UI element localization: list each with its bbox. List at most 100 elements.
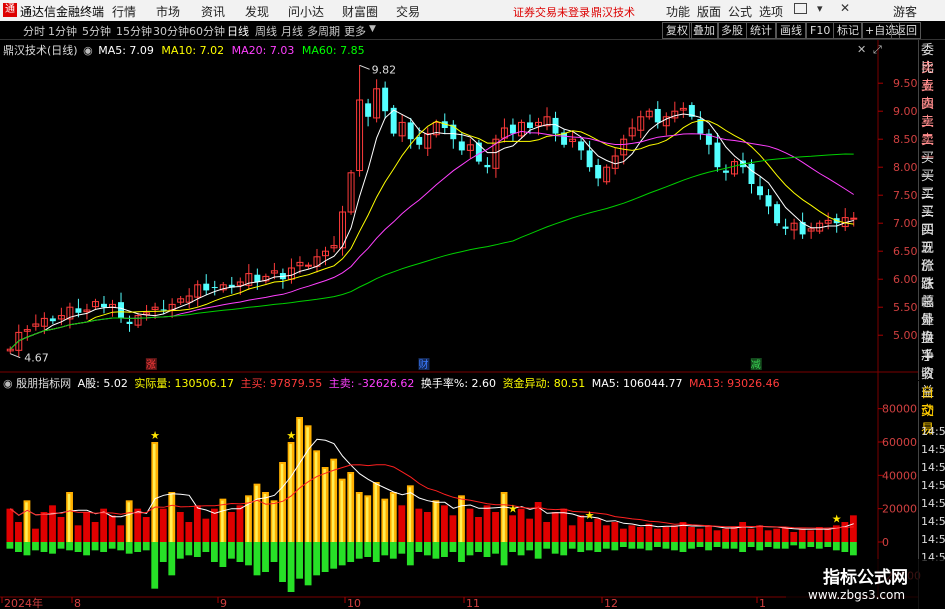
price-tick-label: 5.00: [893, 329, 918, 342]
side-net-asset[interactable]: 净资: [921, 348, 945, 382]
side-change[interactable]: 涨跌: [921, 258, 945, 292]
sell-volume-bar: [219, 542, 227, 567]
buy-volume-highlight: [331, 460, 335, 542]
candle-body: [782, 226, 789, 229]
buy-volume-highlight: [25, 502, 28, 542]
side-sell3[interactable]: 卖三: [921, 96, 945, 130]
buy-volume-highlight: [127, 502, 130, 542]
sell-volume-bar: [628, 542, 636, 549]
sell-volume-bar: [526, 542, 534, 551]
side-turnover[interactable]: 换手: [921, 330, 945, 364]
sell-volume-bar: [313, 542, 321, 576]
buy-volume-highlight: [434, 502, 437, 542]
sell-volume-bar: [91, 542, 99, 551]
side-change-pct[interactable]: 涨幅: [921, 276, 945, 310]
sell-volume-bar: [57, 542, 65, 549]
buy-volume-bar: [32, 528, 39, 542]
buy-volume-bar: [568, 525, 576, 542]
price-tick-label: 9.00: [893, 105, 918, 118]
buy-volume-bar: [688, 527, 695, 542]
ind-a-share: A股: 5.02: [77, 377, 128, 390]
buy-volume-highlight: [297, 419, 301, 542]
ind-volume: 实际量: 130506.17: [134, 377, 235, 390]
date-tick-label: 1: [759, 597, 766, 609]
buy-volume-bar: [611, 522, 619, 542]
side-buy2[interactable]: 买二: [921, 168, 945, 202]
buy-volume-bar: [57, 517, 65, 542]
candle-body: [160, 309, 167, 311]
eye-icon-sub[interactable]: ◉: [3, 377, 13, 390]
buy-volume-highlight: [289, 444, 292, 542]
eye-icon[interactable]: ◉: [83, 44, 93, 57]
side-sell4[interactable]: 卖四: [921, 78, 945, 112]
sell-volume-bar: [296, 542, 303, 579]
buy-volume-bar: [671, 525, 678, 542]
candle-body: [211, 287, 218, 289]
sell-volume-bar: [423, 542, 431, 556]
sell-volume-bar: [441, 542, 448, 557]
side-sell1[interactable]: 卖一: [921, 132, 945, 166]
chart-canvas[interactable]: 9.50 9.00 8.50 8.00 7.50 7.00 6.50 6.00 5.50 5.00…: [0, 0, 945, 609]
side-auto[interactable]: 自动: [921, 385, 945, 419]
side-price[interactable]: 现价: [921, 240, 945, 274]
side-outer[interactable]: 外盘: [921, 312, 945, 346]
ind-turnover: 换手率%: 2.60: [420, 377, 497, 390]
ma10-line: [9, 119, 854, 350]
tick-time: 14:56: [921, 533, 945, 546]
sell-volume-bar: [432, 542, 440, 559]
side-buy5[interactable]: 买五: [921, 222, 945, 256]
buy-volume-bar: [193, 505, 201, 542]
candle-body: [654, 108, 661, 123]
side-weibi[interactable]: 委比: [921, 42, 945, 76]
chart-expand-icon[interactable]: ⤢: [873, 43, 882, 57]
buy-volume-bar: [15, 522, 22, 542]
sell-volume-bar: [364, 542, 372, 557]
side-buy3[interactable]: 买三: [921, 186, 945, 220]
watermark-title: 指标公式网: [823, 568, 908, 588]
sell-volume-bar: [40, 542, 48, 552]
sell-volume-bar: [100, 542, 108, 552]
buy-volume-bar: [747, 528, 755, 542]
indicator-title: 殷朋指标网: [16, 377, 72, 390]
sell-volume-bar: [654, 542, 661, 547]
buy-volume-highlight: [348, 474, 352, 542]
candle-body: [118, 302, 125, 319]
sell-volume-bar: [662, 542, 670, 549]
ind-sell: 主卖: -32626.62: [328, 377, 415, 390]
side-sell5[interactable]: 卖五: [921, 60, 945, 94]
signal-star-icon: ★: [585, 509, 595, 522]
buy-volume-highlight: [365, 497, 369, 542]
chart-settings-icon[interactable]: ✕: [857, 43, 866, 56]
candle-body: [774, 204, 781, 224]
watermark-url: www.zbgs3.com: [808, 588, 906, 602]
sell-volume-bar: [83, 542, 90, 556]
candle-body: [407, 122, 414, 140]
sell-volume-bar: [262, 542, 269, 572]
sell-volume-bar: [585, 542, 593, 551]
buy-volume-bar: [705, 525, 712, 542]
buy-volume-bar: [398, 505, 406, 542]
sell-volume-bar: [781, 542, 789, 549]
candle-body: [757, 186, 764, 196]
sell-volume-bar: [279, 542, 286, 582]
sell-volume-bar: [747, 542, 755, 547]
buy-volume-highlight: [314, 452, 318, 542]
side-buy1[interactable]: 买一: [921, 150, 945, 184]
volume-tick-label: 0: [882, 536, 889, 549]
side-trade[interactable]: 交易: [921, 403, 945, 437]
side-total-vol[interactable]: 总量: [921, 294, 945, 328]
sell-volume-bar: [389, 542, 397, 559]
buy-volume-bar: [49, 505, 56, 542]
ind-buy: 主买: 97879.55: [240, 377, 323, 390]
sell-volume-bar: [236, 542, 244, 562]
buy-volume-highlight: [152, 444, 156, 542]
side-sell2[interactable]: 卖二: [921, 114, 945, 148]
buy-volume-highlight: [357, 494, 361, 542]
side-buy4[interactable]: 买四: [921, 204, 945, 238]
price-tick-label: 8.50: [893, 133, 918, 146]
volume-tick-label: 80000: [882, 403, 917, 416]
buy-volume-bar: [628, 525, 636, 542]
high-pointer: [359, 64, 370, 70]
sell-volume-bar: [739, 542, 747, 552]
signal-star-icon: ★: [150, 429, 160, 442]
